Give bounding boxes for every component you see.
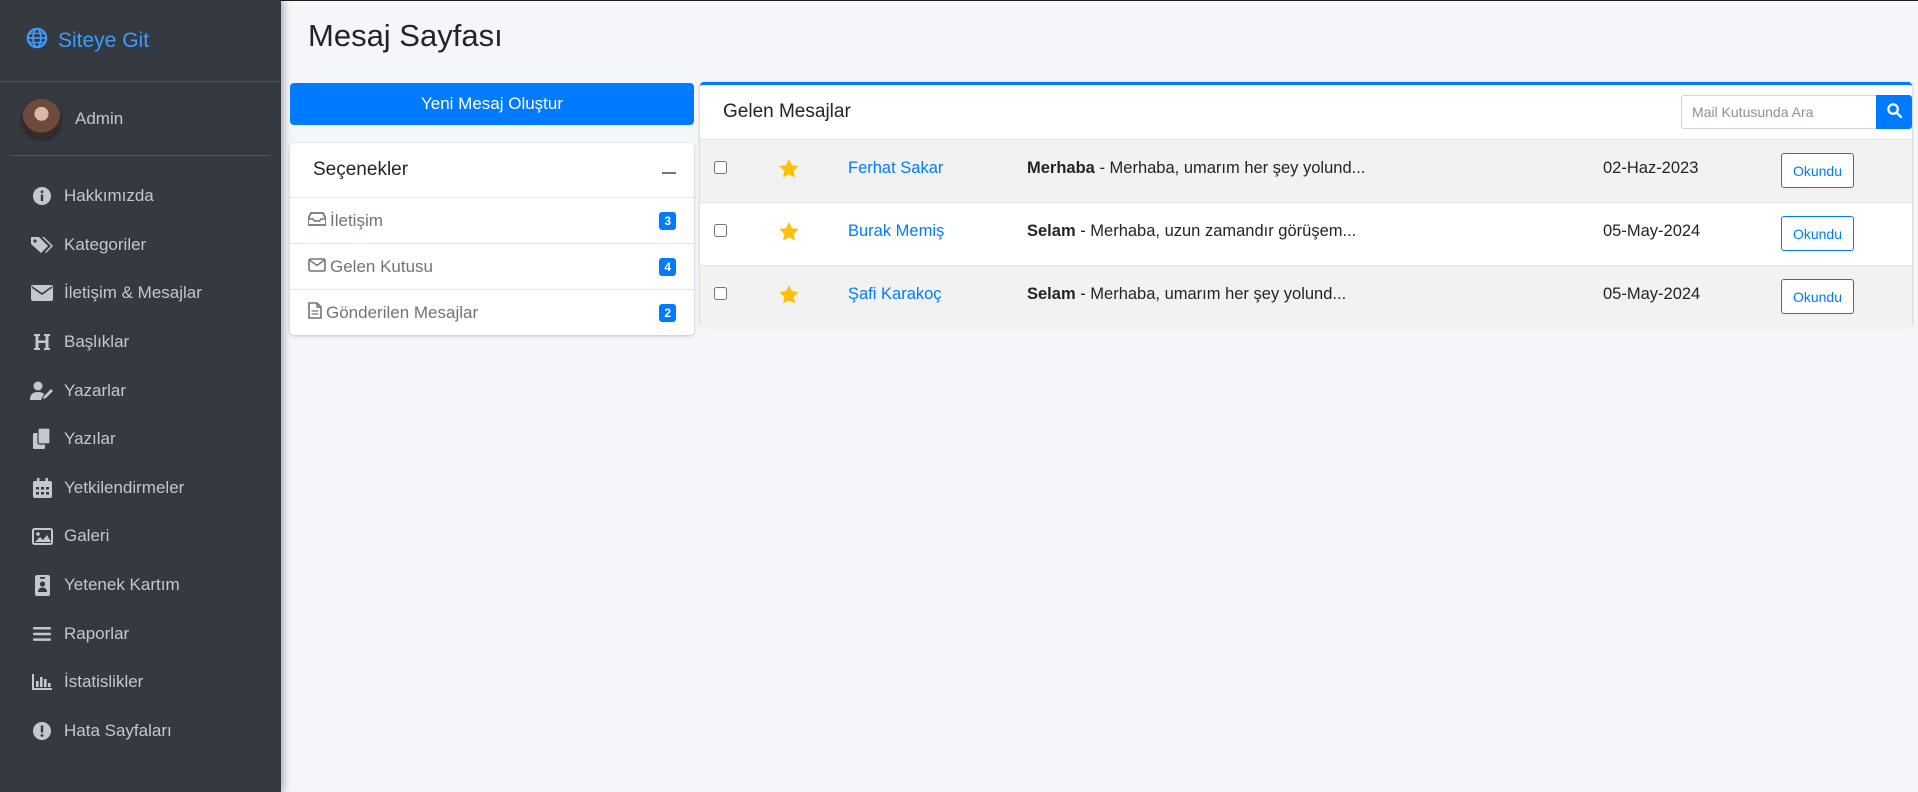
message-sender[interactable]: Şafi Karakoç: [848, 285, 942, 304]
envelope-icon: [30, 285, 54, 302]
sidebar-item-label: Yazılar: [64, 429, 116, 449]
subject-preview: - Merhaba, umarım her şey yolund...: [1094, 159, 1366, 177]
message-sender[interactable]: Burak Memiş: [848, 222, 944, 241]
option-label: Gönderilen Mesajlar: [326, 303, 479, 322]
message-sender[interactable]: Ferhat Sakar: [848, 159, 943, 178]
row-checkbox[interactable]: [714, 161, 727, 174]
message-subject: Selam - Merhaba, umarım her şey yolund..…: [1027, 285, 1346, 304]
avatar: [22, 99, 61, 138]
brand-label: Siteye Git: [58, 28, 150, 52]
brand-link[interactable]: Siteye Git: [26, 27, 149, 55]
sidebar: Siteye Git Admin Hakkımızda Kategoriler …: [0, 0, 281, 792]
copy-icon: [30, 428, 54, 450]
option-gelen-kutusu[interactable]: Gelen Kutusu 4: [290, 244, 694, 290]
sidebar-item-yazarlar[interactable]: Yazarlar: [0, 366, 281, 415]
mark-read-button[interactable]: Okundu: [1781, 279, 1854, 314]
message-subject: Merhaba - Merhaba, umarım her şey yolund…: [1027, 159, 1365, 178]
brand: Siteye Git: [0, 0, 281, 82]
sidebar-item-label: Hata Sayfaları: [64, 720, 172, 740]
sidebar-item-label: Galeri: [64, 526, 110, 546]
new-message-button[interactable]: Yeni Mesaj Oluştur: [290, 83, 694, 125]
envelope-outline-icon: [308, 257, 326, 277]
sidebar-item-hata-sayfalari[interactable]: Hata Sayfaları: [0, 707, 281, 756]
option-label: Gelen Kutusu: [330, 256, 434, 276]
bars-icon: [30, 626, 54, 642]
sidebar-item-label: İstatislikler: [64, 672, 144, 692]
option-iletisim[interactable]: İletişim 3: [290, 198, 694, 244]
sidebar-item-iletisim-mesajlar[interactable]: İletişim & Mesajlar: [0, 269, 281, 318]
sidebar-item-hakkimizda[interactable]: Hakkımızda: [0, 172, 281, 221]
subject-title: Merhaba: [1027, 159, 1095, 177]
sidebar-item-label: İletişim & Mesajlar: [64, 283, 202, 303]
options-title: Seçenekler: [313, 159, 409, 180]
count-badge: 4: [659, 257, 676, 276]
sidebar-item-label: Yazarlar: [64, 380, 127, 400]
subject-title: Selam: [1027, 222, 1076, 240]
search-icon: [1886, 103, 1902, 121]
collapse-minus-icon[interactable]: [662, 172, 676, 174]
option-label: İletişim: [330, 210, 383, 230]
sidebar-item-label: Başlıklar: [64, 332, 130, 352]
option-gonderilen-mesajlar[interactable]: Gönderilen Mesajlar 2: [290, 290, 694, 336]
subject-title: Selam: [1027, 285, 1076, 303]
search-button[interactable]: [1876, 95, 1912, 129]
globe-icon: [26, 27, 48, 55]
sidebar-item-raporlar[interactable]: Raporlar: [0, 609, 281, 658]
star-icon[interactable]: [779, 222, 799, 246]
sidebar-item-label: Raporlar: [64, 623, 130, 643]
message-date: 05-May-2024: [1603, 222, 1701, 240]
row-checkbox[interactable]: [714, 287, 727, 300]
table-row[interactable]: Ferhat Sakar Merhaba - Merhaba, umarım h…: [700, 140, 1912, 203]
message-date: 02-Haz-2023: [1603, 159, 1699, 177]
exclamation-circle-icon: [30, 721, 54, 741]
inbox-card: Gelen Mesajlar Ferhat Sakar Merhaba - Me…: [700, 82, 1912, 329]
message-subject: Selam - Merhaba, uzun zamandır görüşem..…: [1027, 222, 1356, 241]
inbox-title: Gelen Mesajlar: [723, 101, 851, 122]
subject-preview: - Merhaba, umarım her şey yolund...: [1075, 285, 1347, 303]
mark-read-button[interactable]: Okundu: [1781, 153, 1854, 188]
message-list: Ferhat Sakar Merhaba - Merhaba, umarım h…: [700, 140, 1912, 329]
user-name: Admin: [75, 108, 124, 128]
sidebar-item-istatislikler[interactable]: İstatislikler: [0, 658, 281, 707]
info-circle-icon: [30, 186, 54, 206]
sidebar-nav: Hakkımızda Kategoriler İletişim & Mesajl…: [0, 156, 281, 755]
mark-read-button[interactable]: Okundu: [1781, 216, 1854, 251]
sidebar-item-yetenek-kartim[interactable]: Yetenek Kartım: [0, 561, 281, 610]
image-icon: [30, 527, 54, 545]
sidebar-item-yetkilendirmeler[interactable]: Yetkilendirmeler: [0, 464, 281, 513]
heading-icon: [30, 333, 54, 351]
sidebar-item-label: Yetkilendirmeler: [64, 477, 185, 497]
star-icon[interactable]: [779, 285, 799, 309]
table-row[interactable]: Şafi Karakoç Selam - Merhaba, umarım her…: [700, 266, 1912, 329]
page-title: Mesaj Sayfası: [308, 18, 503, 53]
star-icon[interactable]: [779, 159, 799, 183]
options-card: Seçenekler İletişim 3 Gelen Kutusu 4 Gön…: [290, 143, 694, 335]
search-input[interactable]: [1681, 95, 1876, 129]
calendar-icon: [30, 477, 54, 498]
message-date: 05-May-2024: [1603, 285, 1701, 303]
user-panel[interactable]: Admin: [10, 82, 271, 156]
sidebar-item-label: Kategoriler: [64, 234, 147, 254]
row-checkbox[interactable]: [714, 224, 727, 237]
sidebar-item-label: Hakkımızda: [64, 186, 154, 206]
sidebar-item-basliklar[interactable]: Başlıklar: [0, 318, 281, 367]
subject-preview: - Merhaba, uzun zamandır görüşem...: [1075, 222, 1357, 240]
user-edit-icon: [30, 381, 54, 401]
tags-icon: [30, 235, 54, 255]
table-row[interactable]: Burak Memiş Selam - Merhaba, uzun zamand…: [700, 203, 1912, 266]
mailbox-search: [1681, 95, 1912, 129]
main-content: Mesaj Sayfası Yeni Mesaj Oluştur Seçenek…: [281, 0, 1918, 792]
sidebar-item-kategoriler[interactable]: Kategoriler: [0, 221, 281, 270]
chart-bar-icon: [30, 673, 54, 691]
sidebar-item-yazilar[interactable]: Yazılar: [0, 415, 281, 464]
sidebar-item-galeri[interactable]: Galeri: [0, 512, 281, 561]
file-icon: [308, 302, 322, 324]
count-badge: 3: [659, 211, 676, 230]
inbox-card-header: Gelen Mesajlar: [700, 85, 1912, 140]
inbox-icon: [307, 211, 327, 231]
options-card-header: Seçenekler: [290, 143, 694, 198]
count-badge: 2: [659, 304, 676, 322]
id-badge-icon: [30, 574, 54, 596]
sidebar-item-label: Yetenek Kartım: [64, 575, 180, 595]
